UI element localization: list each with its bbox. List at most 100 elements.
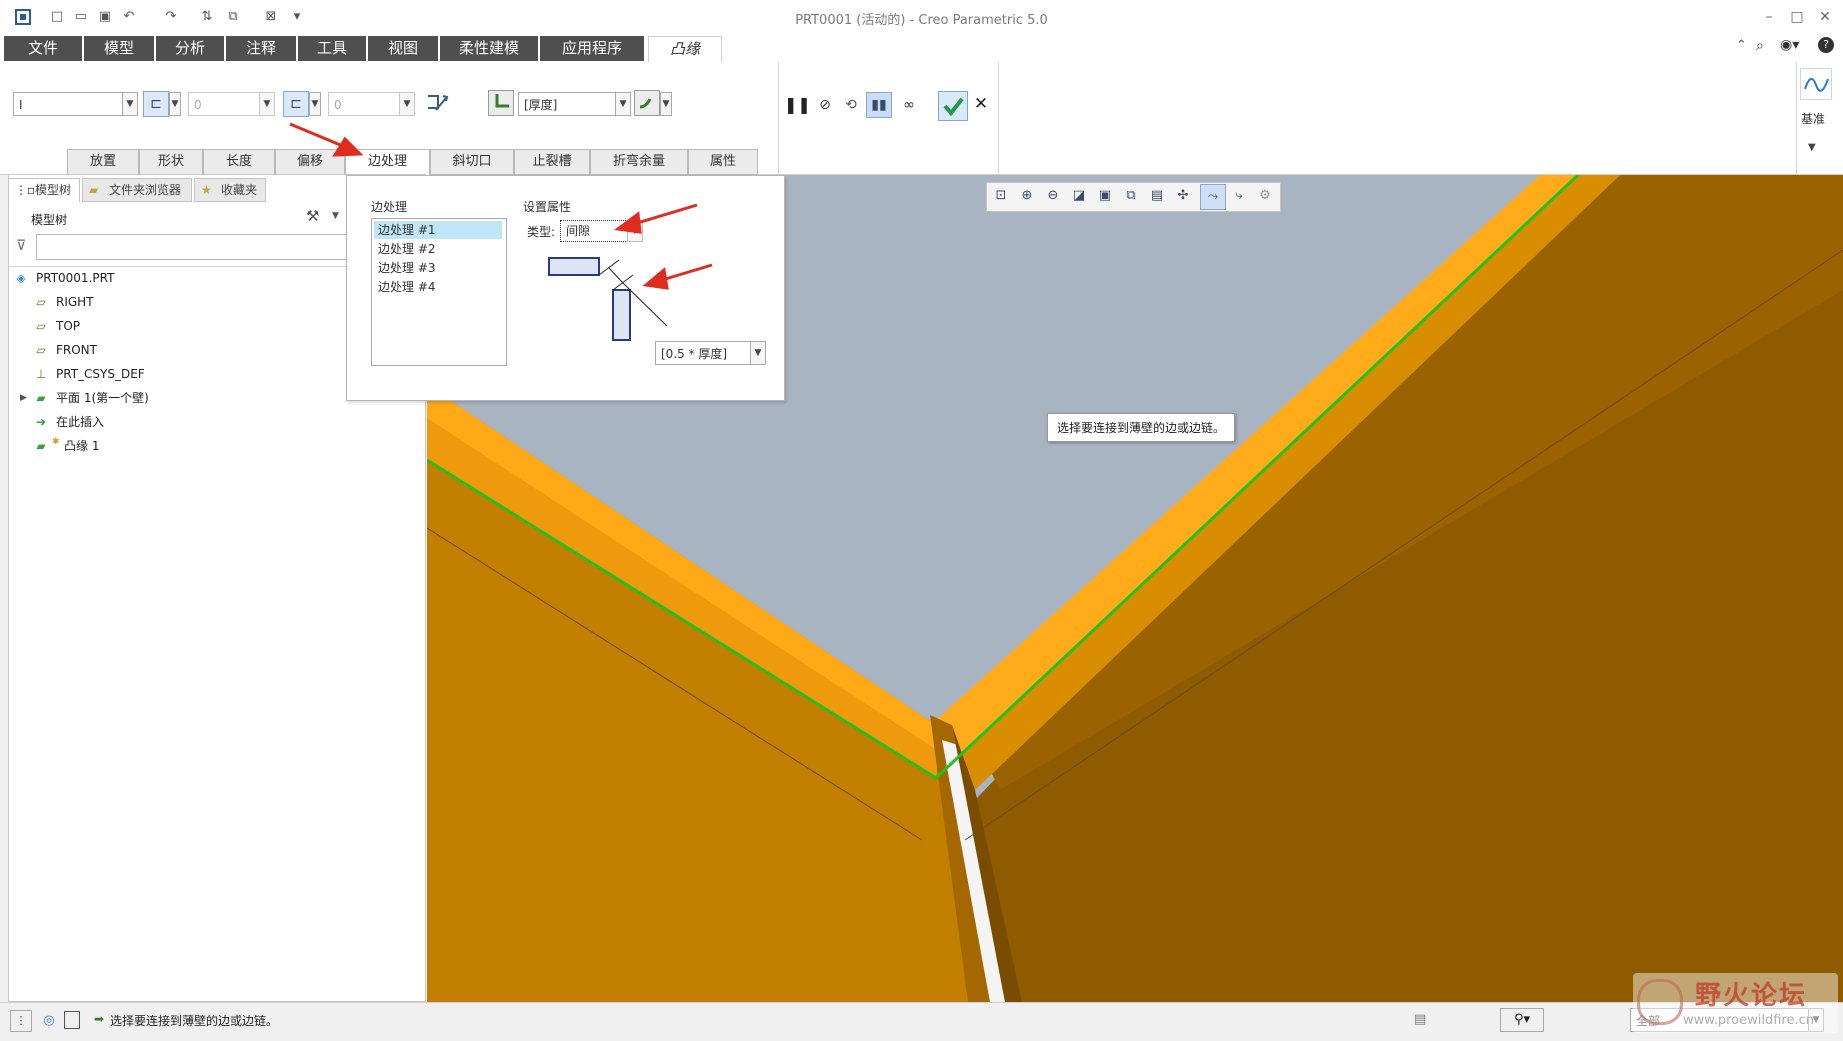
new-file-icon[interactable]: □ [48, 8, 66, 26]
filter-icon[interactable]: ⊽ [16, 238, 26, 254]
props-title: 设置属性 [523, 200, 572, 214]
folder-icon: ▰ [89, 183, 99, 197]
length2-input[interactable]: 0 [328, 92, 400, 116]
datum-curve-icon[interactable] [1800, 68, 1832, 100]
tab-flexible-modeling[interactable]: 柔性建模 [440, 36, 538, 61]
length1-input[interactable]: 0 [188, 92, 260, 116]
panel-tab-model-tree[interactable]: ⋮▫ 模型树 [8, 178, 80, 202]
gap-value-select[interactable]: [0.5 * 厚度] [655, 341, 751, 365]
repaint-icon[interactable]: ◪ [1066, 184, 1092, 210]
ribbon-divider-3 [1796, 62, 1797, 174]
save-icon[interactable]: ▣ [96, 8, 114, 26]
length1-dropdown[interactable]: ▼ [259, 92, 275, 116]
tab-flange[interactable]: 凸缘 [648, 36, 722, 62]
open-file-icon[interactable]: ▭ [72, 8, 90, 26]
annotation-display-icon[interactable]: ⤷ [1226, 184, 1252, 210]
edge-item-2[interactable]: 边处理 #2 [374, 240, 502, 258]
length-type2-icon[interactable]: ⊏ [283, 91, 309, 117]
edge-item-1[interactable]: 边处理 #1 [374, 221, 502, 239]
ok-check-button[interactable] [938, 91, 968, 121]
type-dropdown[interactable]: ▼ [627, 220, 643, 242]
bend-radius-side-dropdown[interactable]: ▼ [660, 92, 672, 116]
view-manager-icon[interactable]: ▤ [1144, 184, 1170, 210]
shape-type-dropdown[interactable]: ▼ [122, 92, 138, 116]
type-select[interactable]: 间隙 [560, 220, 628, 242]
minimize-ribbon-icon[interactable]: ⌃ [1736, 38, 1747, 53]
refit-icon[interactable]: ⊡ [988, 184, 1014, 210]
glasses-icon[interactable]: ∞ [896, 93, 922, 119]
customize-qa-icon[interactable]: ▾ [288, 8, 306, 26]
bend-radius-select[interactable]: [厚度] [518, 92, 618, 116]
zoom-in-icon[interactable]: ⊕ [1014, 184, 1040, 210]
redo-icon[interactable]: ↷ [162, 8, 180, 26]
flip-side-icon[interactable] [424, 90, 450, 116]
app-icon[interactable] [14, 8, 32, 26]
bend-radius-dropdown[interactable]: ▼ [615, 92, 631, 116]
panel-tab-favorites[interactable]: ★ 收藏夹 [194, 178, 266, 202]
tab-model[interactable]: 模型 [84, 36, 154, 61]
length-type2-dropdown[interactable]: ▼ [309, 92, 321, 116]
find-binoculars-button[interactable]: ⚲▾ [1500, 1008, 1544, 1032]
undo-icon[interactable]: ↶ [120, 8, 138, 26]
tab-analysis[interactable]: 分析 [156, 36, 224, 61]
length-type1-dropdown[interactable]: ▼ [169, 92, 181, 116]
bend-radius-side-icon[interactable] [634, 90, 660, 116]
display-style-icon[interactable]: ▣ [1092, 184, 1118, 210]
subtab-length[interactable]: 长度 [203, 149, 275, 175]
community-icon[interactable]: ◉▾ [1780, 37, 1799, 53]
edge-treatment-panel: 边处理 边处理 #1 边处理 #2 边处理 #3 边处理 #4 设置属性 类型:… [346, 175, 785, 401]
thickness-side-icon[interactable] [488, 90, 514, 116]
tree-settings-dropdown-icon[interactable]: ▼ [332, 211, 339, 221]
subtab-placement[interactable]: 放置 [67, 149, 139, 175]
spin-center-icon[interactable]: ⚙ [1252, 184, 1278, 210]
saved-orientations-icon[interactable]: ⧉ [1118, 184, 1144, 210]
tree-search-input[interactable] [36, 234, 348, 260]
datum-dropdown-icon[interactable]: ▼ [1808, 142, 1816, 153]
preview-geometry-icon[interactable]: ⟲ [838, 93, 864, 119]
verify-mode-icon[interactable]: ▮▮ [866, 92, 892, 118]
subtab-miter-cut[interactable]: 斜切口 [430, 149, 514, 175]
panel-tab-folder-browser[interactable]: ▰ 文件夹浏览器 [82, 178, 192, 202]
subtab-offset[interactable]: 偏移 [275, 149, 345, 175]
datum-display-filter-icon[interactable]: ⤳ [1200, 184, 1226, 210]
tab-annotate[interactable]: 注释 [226, 36, 296, 61]
windows-icon[interactable]: ⧉ [224, 8, 242, 26]
full-screen-icon[interactable] [64, 1011, 80, 1029]
no-preview-icon[interactable]: ⊘ [812, 93, 838, 119]
browser-toggle-icon[interactable]: ◎ [38, 1010, 60, 1032]
close-icon[interactable]: ✕ [1814, 7, 1836, 27]
panel-tab-label: 收藏夹 [221, 183, 258, 197]
tab-file[interactable]: 文件 [4, 36, 82, 61]
panel-tab-label: 文件夹浏览器 [109, 183, 182, 197]
tab-applications[interactable]: 应用程序 [540, 36, 644, 61]
maximize-icon[interactable]: □ [1786, 7, 1808, 27]
subtab-bend-allowance[interactable]: 折弯余量 [590, 149, 688, 175]
shape-type-select[interactable]: I [13, 92, 123, 116]
search-icon[interactable]: ⌕ [1756, 38, 1764, 54]
subtab-edge-treatment[interactable]: 边处理 [345, 149, 430, 176]
gap-value-dropdown[interactable]: ▼ [750, 341, 766, 365]
tab-tools[interactable]: 工具 [298, 36, 366, 61]
watermark-name: 野火论坛 [1695, 981, 1808, 1011]
length-type1-icon[interactable]: ⊏ [143, 91, 169, 117]
pause-icon[interactable]: ❚❚ [784, 93, 811, 119]
tree-settings-icon[interactable]: ⚒ [306, 207, 319, 225]
close-window-icon[interactable]: ⊠ [262, 8, 280, 26]
expand-arrow-icon[interactable]: ▶ [20, 388, 27, 408]
minimize-icon[interactable]: – [1758, 7, 1780, 27]
length2-dropdown[interactable]: ▼ [399, 92, 415, 116]
navigator-toggle-icon[interactable]: ⋮ [10, 1010, 32, 1032]
subtab-relief[interactable]: 止裂槽 [514, 149, 590, 175]
subtab-properties[interactable]: 属性 [688, 149, 758, 175]
tab-view[interactable]: 视图 [368, 36, 438, 61]
subtab-shape[interactable]: 形状 [139, 149, 203, 175]
perspective-icon[interactable]: ✣ [1170, 184, 1196, 210]
edge-item-4[interactable]: 边处理 #4 [374, 278, 502, 296]
regenerate-icon[interactable]: ⇅ [198, 8, 216, 26]
datum-plane-icon: ▱ [36, 343, 46, 357]
zoom-out-icon[interactable]: ⊖ [1040, 184, 1066, 210]
cancel-x-button[interactable]: ✕ [968, 92, 994, 118]
edge-item-3[interactable]: 边处理 #3 [374, 259, 502, 277]
datum-plane-icon: ▱ [36, 319, 46, 333]
help-icon[interactable]: ? [1818, 37, 1834, 53]
